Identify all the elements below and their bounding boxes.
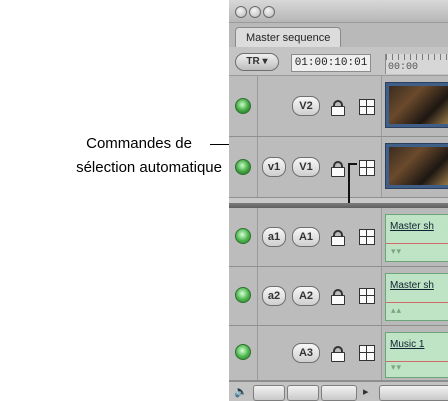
audio-level-line — [386, 243, 448, 244]
window-titlebar — [229, 0, 448, 23]
timeline-ruler[interactable]: 00:00 — [385, 54, 448, 74]
chevron-down-icon: ▾ — [262, 56, 268, 67]
track-row-v1: v1 V1 — [229, 137, 448, 198]
speaker-icon[interactable] — [235, 344, 251, 360]
track-controls: A3 — [229, 326, 383, 380]
audio-clip[interactable]: Master sh ▴▴ — [385, 273, 448, 321]
track-row-a2: a2 A2 Master sh ▴▴ — [229, 267, 448, 326]
track-dst-button[interactable]: A2 — [292, 286, 320, 306]
clip-name: Music 1 — [390, 339, 425, 350]
callout-line-2: sélection automatique — [76, 159, 222, 176]
clip-thumbnail — [389, 86, 448, 124]
ruler-ticks — [386, 54, 448, 60]
timeline-window: Master sequence TR ▾ 01:00:10:01 00:00 V… — [229, 0, 448, 401]
minimize-button[interactable] — [249, 6, 261, 18]
auto-select-grid-icon[interactable] — [359, 160, 375, 176]
track-dst-button[interactable]: A3 — [292, 343, 320, 363]
clip-markers: ▾▾ — [391, 362, 403, 372]
clip-thumbnail — [389, 147, 448, 185]
close-button[interactable] — [235, 6, 247, 18]
tab-row: Master sequence — [229, 23, 448, 48]
clip-markers: ▾▾ — [391, 246, 403, 256]
tr-dropdown-button[interactable]: TR ▾ — [235, 53, 279, 71]
track-height-button[interactable] — [253, 385, 285, 401]
auto-select-grid-icon[interactable] — [359, 288, 375, 304]
auto-select-grid-icon[interactable] — [359, 229, 375, 245]
audio-level-line — [386, 302, 448, 303]
timecode-field[interactable]: 01:00:10:01 — [291, 54, 371, 72]
video-clip[interactable] — [385, 82, 448, 128]
track-row-a3: A3 Music 1 ▾▾ — [229, 326, 448, 381]
lock-icon[interactable] — [331, 161, 345, 177]
timeline-bottom-bar: 🔈 ▸ — [229, 381, 448, 401]
clip-name: Master sh — [390, 221, 434, 232]
auto-select-grid-icon[interactable] — [359, 345, 375, 361]
track-controls: v1 V1 — [229, 137, 383, 197]
video-clip[interactable] — [385, 143, 448, 189]
track-dst-button[interactable]: V1 — [292, 157, 320, 177]
ruler-label: 00:00 — [388, 62, 419, 73]
timeline-toolbar: TR ▾ 01:00:10:01 00:00 — [229, 47, 448, 76]
track-controls: V2 — [229, 76, 383, 136]
track-src-button[interactable]: a1 — [262, 227, 286, 247]
lock-icon[interactable] — [331, 289, 345, 305]
audio-clip[interactable]: Master sh ▾▾ — [385, 214, 448, 262]
audio-clip[interactable]: Music 1 ▾▾ — [385, 332, 448, 378]
clip-name: Master sh — [390, 280, 434, 291]
zoom-slider[interactable] — [379, 385, 448, 401]
track-size-button[interactable] — [321, 385, 357, 401]
zoom-button[interactable] — [263, 6, 275, 18]
chevron-right-icon[interactable]: ▸ — [363, 385, 369, 399]
clip-overlays-button[interactable] — [287, 385, 319, 401]
track-enable-icon[interactable] — [235, 159, 251, 175]
auto-select-grid-icon[interactable] — [359, 99, 375, 115]
track-src-button[interactable]: v1 — [262, 157, 286, 177]
lock-icon[interactable] — [331, 100, 345, 116]
tracks-area: V2 v1 V1 a1 A1 Master sh ▾▾ a2 A2 Master… — [229, 76, 448, 401]
track-dst-button[interactable]: V2 — [292, 96, 320, 116]
speaker-icon[interactable] — [235, 287, 251, 303]
clip-markers: ▴▴ — [391, 305, 403, 315]
track-row-v2: V2 — [229, 76, 448, 137]
tab-master-sequence[interactable]: Master sequence — [235, 27, 342, 48]
track-enable-icon[interactable] — [235, 98, 251, 114]
callout: Commandes de sélection automatique — [0, 135, 246, 185]
track-src-button[interactable]: a2 — [262, 286, 286, 306]
tr-label: TR — [246, 56, 260, 67]
track-row-a1: a1 A1 Master sh ▾▾ — [229, 208, 448, 267]
lock-icon[interactable] — [331, 346, 345, 362]
lock-icon[interactable] — [331, 230, 345, 246]
speaker-icon[interactable]: 🔈 — [234, 385, 248, 399]
track-controls: a2 A2 — [229, 267, 383, 325]
speaker-icon[interactable] — [235, 228, 251, 244]
track-dst-button[interactable]: A1 — [292, 227, 320, 247]
callout-line-1: Commandes de — [86, 135, 192, 152]
track-controls: a1 A1 — [229, 208, 383, 266]
